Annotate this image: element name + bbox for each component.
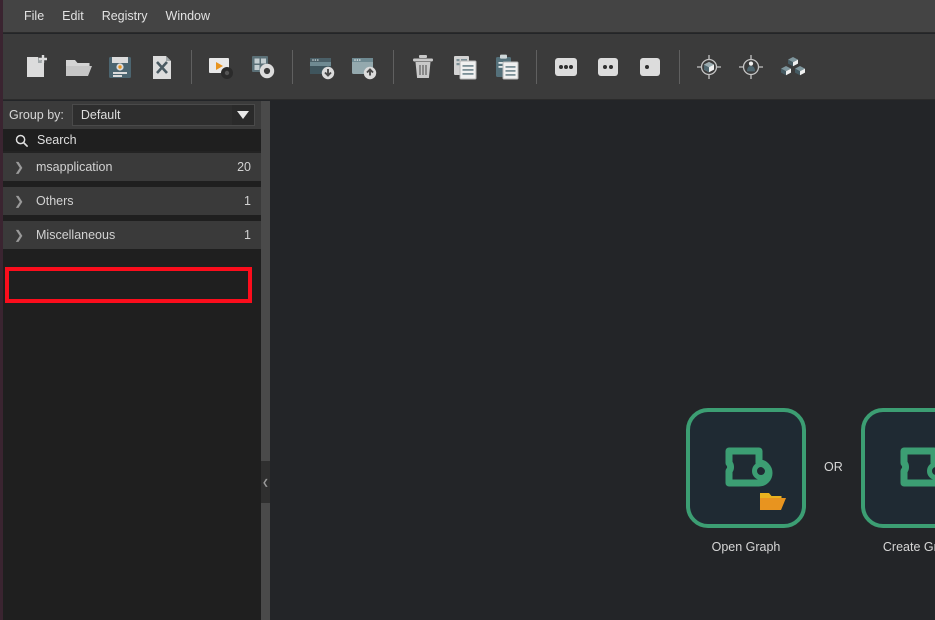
chevron-right-icon[interactable]: ❯ xyxy=(11,195,27,207)
menu-bar: File Edit Registry Window xyxy=(3,0,935,33)
open-graph-card-box[interactable] xyxy=(686,408,806,528)
create-graph-card-box[interactable] xyxy=(860,408,935,528)
close-file-icon xyxy=(153,55,171,79)
new-file-icon xyxy=(27,54,47,77)
menu-edit[interactable]: Edit xyxy=(53,5,93,27)
tree-item-label: Others xyxy=(36,194,74,208)
application-window: File Edit Registry Window Group by: Defa… xyxy=(0,0,935,620)
tree-item-label: msapplication xyxy=(36,160,113,174)
toolbar-separator-5 xyxy=(679,49,680,84)
open-folder-button[interactable] xyxy=(57,44,99,90)
tree-item-miscellaneous[interactable]: ❯ Miscellaneous 1 xyxy=(3,221,261,249)
tree-item-others[interactable]: ❯ Others 1 xyxy=(3,187,261,215)
tree-item-count: 20 xyxy=(237,160,251,174)
menu-registry[interactable]: Registry xyxy=(93,5,157,27)
tree-item-label: Miscellaneous xyxy=(36,228,116,242)
run-button[interactable] xyxy=(200,44,242,90)
toolbar-separator-1 xyxy=(191,49,192,84)
chevron-down-icon[interactable] xyxy=(232,105,254,125)
toolbar-separator-3 xyxy=(393,49,394,84)
one-dot-button[interactable] xyxy=(629,44,671,90)
toolbar-separator-2 xyxy=(292,49,293,84)
delete-button[interactable] xyxy=(402,44,444,90)
target-person-button[interactable] xyxy=(730,44,772,90)
open-graph-card[interactable]: Open Graph xyxy=(686,408,806,554)
graph-canvas[interactable]: Open Graph OR Create Graph xyxy=(270,101,935,620)
chevron-left-icon: ❮ xyxy=(262,477,269,487)
group-by-value: Default xyxy=(80,108,121,122)
group-by-bar: Group by: Default xyxy=(3,101,261,129)
menu-file[interactable]: File xyxy=(15,5,53,27)
copy-icon xyxy=(454,55,477,79)
configure-icon xyxy=(252,55,275,78)
cube-cluster-icon xyxy=(781,56,805,75)
save-button[interactable] xyxy=(99,44,141,90)
save-icon xyxy=(109,56,131,78)
tree-item-msapplication[interactable]: ❯ msapplication 20 xyxy=(3,153,261,181)
export-button[interactable] xyxy=(343,44,385,90)
cube-cluster-button[interactable] xyxy=(772,44,814,90)
export-icon xyxy=(352,57,377,79)
delete-icon xyxy=(413,54,433,78)
toolbar-separator-4 xyxy=(536,49,537,84)
or-separator: OR xyxy=(824,460,843,474)
copy-button[interactable] xyxy=(444,44,486,90)
create-graph-icon xyxy=(900,447,935,487)
paste-icon xyxy=(496,54,519,79)
group-by-label: Group by: xyxy=(9,108,64,122)
import-icon xyxy=(310,57,335,79)
open-graph-label: Open Graph xyxy=(711,540,781,554)
create-graph-card[interactable]: Create Graph xyxy=(860,408,935,554)
paste-button[interactable] xyxy=(486,44,528,90)
target-person-icon xyxy=(739,54,763,79)
group-by-select[interactable]: Default xyxy=(71,104,255,126)
three-dots-icon xyxy=(555,57,577,76)
import-button[interactable] xyxy=(301,44,343,90)
tree-item-count: 1 xyxy=(244,228,251,242)
search-input[interactable]: Search xyxy=(3,129,261,153)
registry-tree: Search ❯ msapplication 20 ❯ Others 1 ❯ M… xyxy=(3,129,261,620)
folder-overlay-icon xyxy=(760,493,786,510)
left-panel: Group by: Default Search ❯ msapplication… xyxy=(3,101,261,620)
create-graph-label: Create Graph xyxy=(882,540,935,554)
two-dots-icon xyxy=(598,57,618,76)
panel-splitter[interactable]: ❮ xyxy=(261,101,270,620)
close-file-button[interactable] xyxy=(141,44,183,90)
three-dots-button[interactable] xyxy=(545,44,587,90)
search-icon xyxy=(15,134,28,147)
menu-window[interactable]: Window xyxy=(157,5,219,27)
new-file-button[interactable] xyxy=(15,44,57,90)
chevron-right-icon[interactable]: ❯ xyxy=(11,229,27,241)
search-placeholder: Search xyxy=(37,133,77,147)
chevron-right-icon[interactable]: ❯ xyxy=(11,161,27,173)
toolbar xyxy=(3,34,935,100)
one-dot-icon xyxy=(640,57,660,76)
two-dots-button[interactable] xyxy=(587,44,629,90)
configure-button[interactable] xyxy=(242,44,284,90)
empty-state-cards: Open Graph OR Create Graph xyxy=(686,408,935,554)
target-cube-icon xyxy=(697,54,721,79)
run-icon xyxy=(209,57,233,79)
open-folder-icon xyxy=(66,59,92,76)
target-cube-button[interactable] xyxy=(688,44,730,90)
tree-item-count: 1 xyxy=(244,194,251,208)
collapse-panel-handle[interactable]: ❮ xyxy=(261,461,270,503)
